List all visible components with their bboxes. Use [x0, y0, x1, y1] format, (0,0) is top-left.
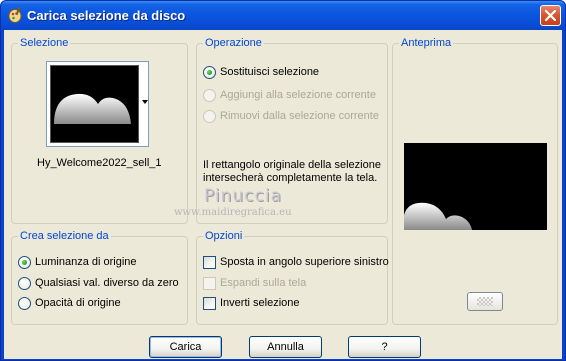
radio-qualsiasi-valore[interactable]: Qualsiasi val. diverso da zero — [18, 277, 183, 291]
checkbox-label: Espandi sulla tela — [220, 277, 307, 289]
radio-luminanza-origine[interactable]: Luminanza di origine — [18, 256, 178, 270]
close-button[interactable] — [540, 5, 561, 26]
radio-label: Aggiungi alla selezione corrente — [220, 89, 376, 101]
operazione-group-label: Operazione — [203, 37, 264, 49]
checkbox — [203, 256, 216, 269]
preview-image — [404, 143, 547, 230]
checkbox-sposta-angolo[interactable]: Sposta in angolo superiore sinistro — [203, 256, 389, 270]
radio-button — [203, 66, 216, 79]
radio-button — [203, 110, 216, 123]
radio-button — [203, 89, 216, 102]
checkbox-espandi-tela[interactable]: Espandi sulla tela — [203, 277, 383, 291]
radio-label: Qualsiasi val. diverso da zero — [35, 277, 179, 289]
radio-label: Opacità di origine — [35, 297, 121, 309]
dropdown-arrow-icon — [142, 100, 148, 104]
checkerboard-icon — [477, 297, 493, 306]
paint-palette-icon — [7, 6, 23, 24]
anteprima-group-label: Anteprima — [399, 37, 454, 49]
title-bar[interactable]: Carica selezione da disco — [1, 1, 565, 30]
selection-thumbnail — [50, 65, 139, 143]
watermark-name: Pinuccia — [204, 186, 282, 206]
radio-label: Rimuovi dalla selezione corrente — [220, 110, 379, 122]
radio-opacita-origine[interactable]: Opacità di origine — [18, 297, 178, 311]
cancel-button[interactable]: Annulla — [249, 336, 322, 358]
watermark-url: www.maidiregrafica.eu — [174, 207, 292, 218]
dialog-client: Selezione Hy_Welcome2022_sell_1 Operazio… — [4, 30, 562, 359]
radio-rimuovi-selezione[interactable]: Rimuovi dalla selezione corrente — [203, 110, 379, 124]
dialog-window: Carica selezione da disco Selezione Hy_W… — [0, 0, 566, 361]
crea-selezione-group-label: Crea selezione da — [18, 230, 111, 242]
help-button[interactable]: ? — [348, 336, 421, 358]
radio-button — [18, 256, 31, 269]
radio-button — [18, 297, 31, 310]
operation-description: Il rettangolo originale della selezione … — [203, 159, 381, 184]
selezione-group-label: Selezione — [18, 37, 71, 49]
radio-label: Luminanza di origine — [35, 256, 137, 268]
selection-picker-button[interactable] — [46, 61, 149, 147]
radio-sostituisci-selezione[interactable]: Sostituisci selezione — [203, 66, 378, 80]
selection-filename: Hy_Welcome2022_sell_1 — [37, 157, 162, 169]
radio-label: Sostituisci selezione — [220, 66, 320, 78]
checkbox — [203, 277, 216, 290]
opzioni-group-label: Opzioni — [203, 230, 245, 242]
checkbox-label: Sposta in angolo superiore sinistro — [220, 256, 389, 268]
radio-button — [18, 277, 31, 290]
checkbox — [203, 297, 216, 310]
radio-aggiungi-selezione[interactable]: Aggiungi alla selezione corrente — [203, 89, 378, 103]
preview-background-button[interactable] — [467, 292, 503, 311]
load-button[interactable]: Carica — [149, 336, 222, 358]
checkbox-label: Inverti selezione — [220, 297, 300, 309]
close-icon — [545, 10, 556, 21]
checkbox-inverti-selezione[interactable]: Inverti selezione — [203, 297, 383, 311]
window-title: Carica selezione da disco — [27, 8, 186, 23]
